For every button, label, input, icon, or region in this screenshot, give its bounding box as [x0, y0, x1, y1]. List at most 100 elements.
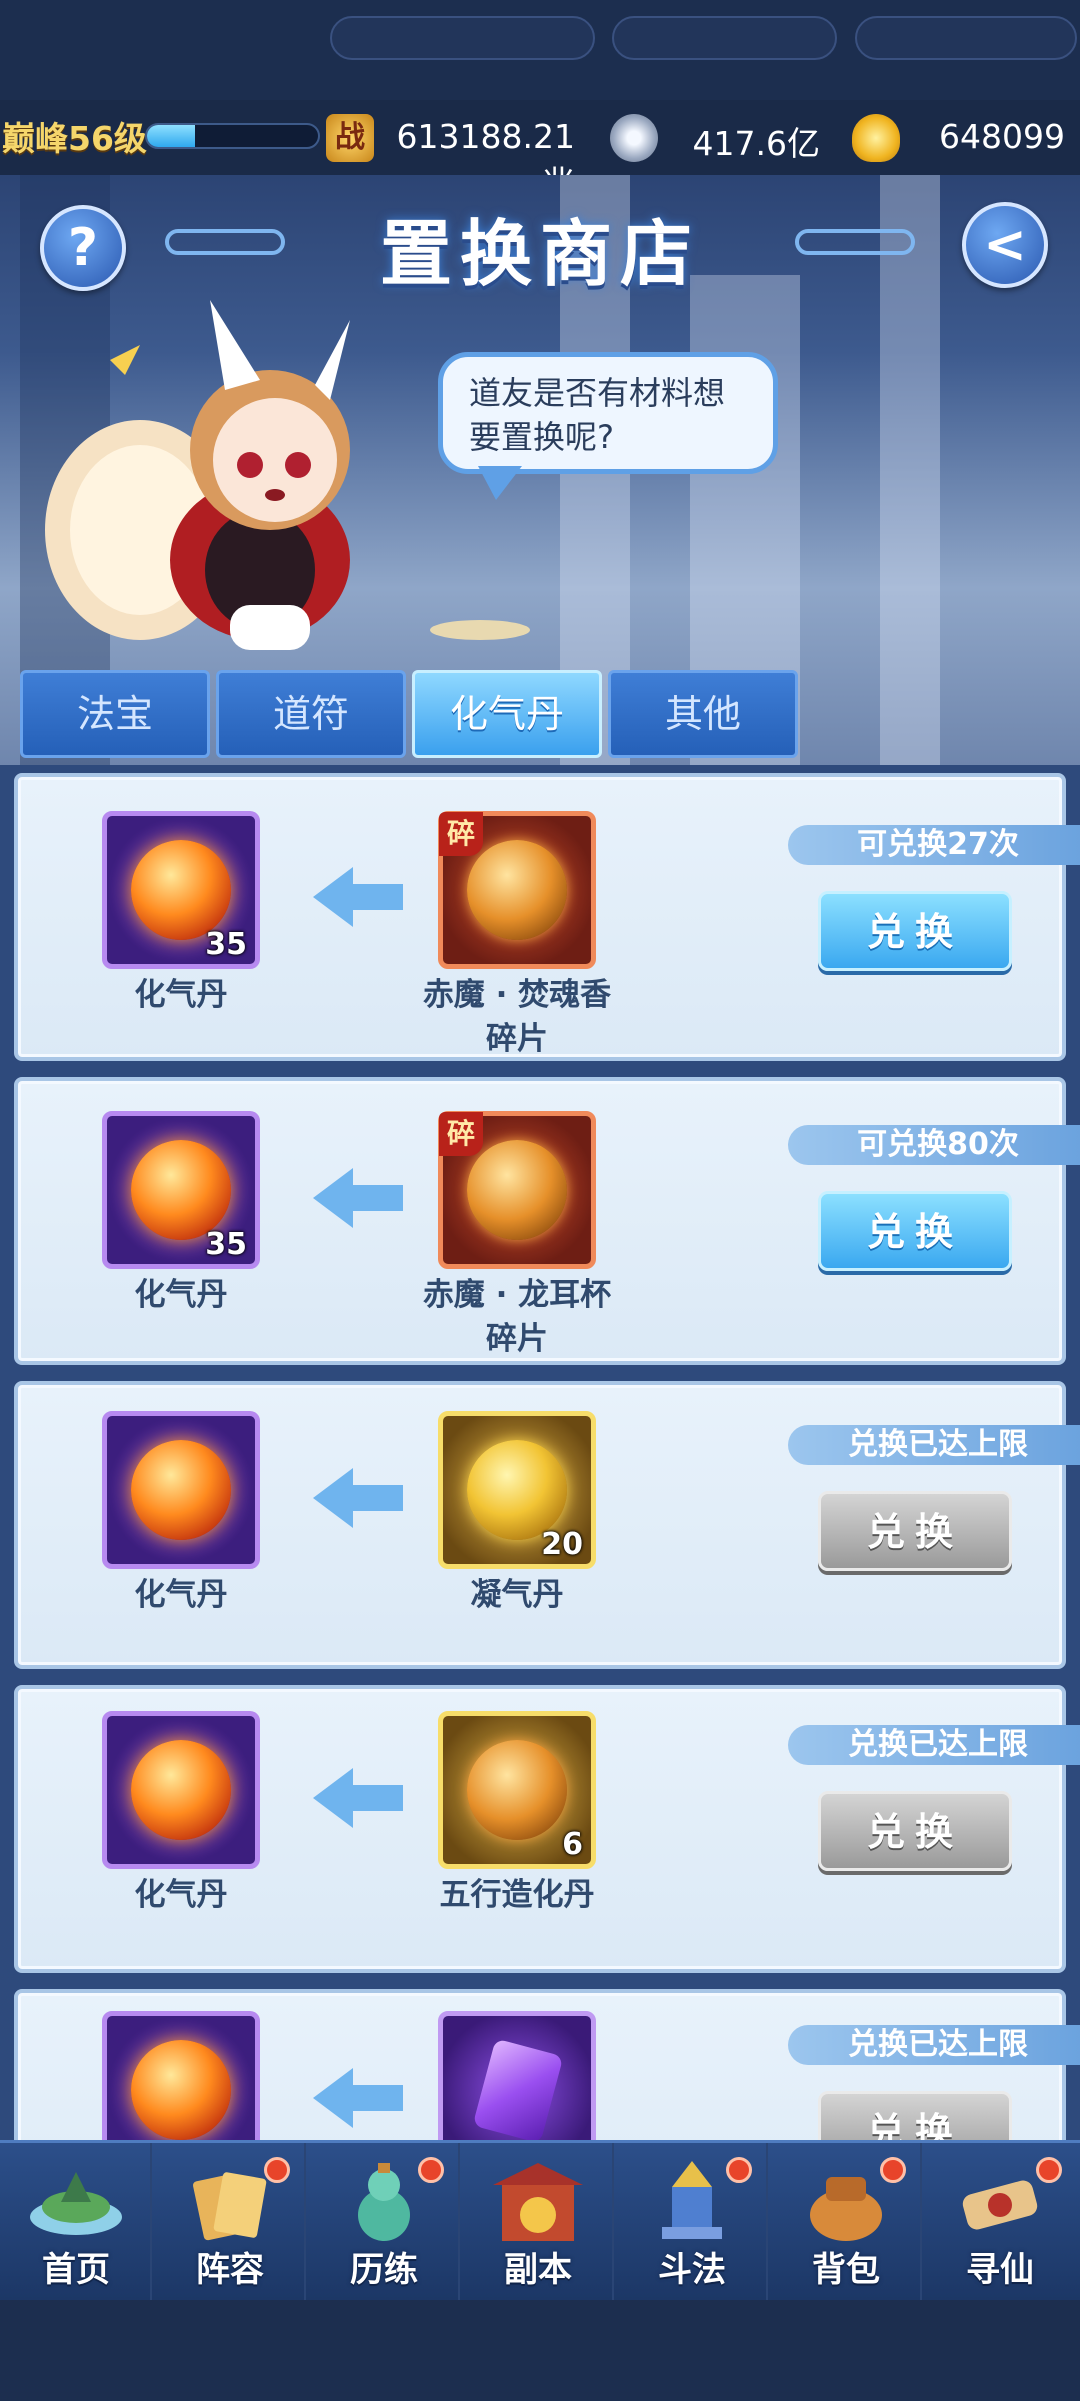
tab-label: 道符 — [272, 692, 349, 736]
exchange-card: 化气丹 6 五行造化丹 兑换已达上限 兑换 — [14, 1685, 1080, 1973]
gold-value: 648099 — [939, 117, 1065, 156]
nav-item-seek[interactable]: 寻仙 — [924, 2143, 1076, 2303]
cost-count: 20 — [541, 1527, 583, 1562]
huaqidan-orb-icon — [131, 1740, 231, 1840]
tab-label: 其他 — [664, 692, 741, 736]
cost-name-line2: 碎片 — [486, 1021, 548, 1057]
cost-item-name: 赤魔 · 龙耳杯 碎片 — [402, 1273, 632, 1361]
tab-huaqidan[interactable]: 化气丹 — [412, 670, 602, 758]
cost-item-slot[interactable]: 6 — [438, 1711, 596, 1869]
reward-count: 35 — [205, 1227, 247, 1262]
cost-name-line2: 碎片 — [486, 1321, 548, 1357]
page-title: 置换商店 — [379, 212, 700, 296]
cost-item-slot[interactable]: 碎 — [438, 811, 596, 969]
reward-item-name: 化气丹 — [134, 977, 228, 1013]
reward-item-slot[interactable]: 35 — [102, 811, 260, 969]
purple-crystal-icon — [472, 2038, 564, 2140]
cost-name-line1: 赤魔 · 龙耳杯 — [422, 1277, 612, 1313]
cost-item-name: 凝气丹 — [470, 1577, 564, 1613]
cost-item-name: 赤魔 · 焚魂香 碎片 — [402, 973, 632, 1061]
fragment-badge: 碎 — [439, 1112, 483, 1156]
reward-item-slot[interactable] — [102, 2011, 260, 2140]
reward-item-name: 化气丹 — [134, 1877, 228, 1913]
nav-item-backpack[interactable]: 背包 — [770, 2143, 922, 2303]
cost-count: 6 — [562, 1827, 583, 1862]
huaqidan-orb-icon — [131, 840, 231, 940]
exchange-card: 化气丹 20 凝气丹 兑换已达上限 兑换 — [14, 1381, 1080, 1669]
exchange-button[interactable]: 兑换 — [818, 1491, 1012, 1571]
ningqidan-orb-icon — [467, 1440, 567, 1540]
tab-label: 化气丹 — [449, 692, 564, 736]
tab-daofu[interactable]: 道符 — [216, 670, 406, 758]
level-progress-fill — [147, 125, 195, 147]
exchange-status-badge: 兑换已达上限 — [788, 1425, 1080, 1465]
dungeon-gate-icon — [493, 2163, 583, 2241]
exchange-status-badge: 可兑换80次 — [788, 1125, 1080, 1165]
exchange-button[interactable]: 兑换 — [818, 1191, 1012, 1271]
nav-item-battle[interactable]: 斗法 — [616, 2143, 768, 2303]
cost-item-name: 五行造化丹 — [439, 1877, 595, 1913]
exchange-arrow-icon — [313, 2068, 403, 2128]
reward-item-slot[interactable]: 35 — [102, 1111, 260, 1269]
nav-label: 背包 — [812, 2250, 880, 2290]
reward-item-slot[interactable] — [102, 1411, 260, 1569]
home-island-icon — [30, 2172, 122, 2235]
shop-title-banner: 置换商店 — [165, 195, 915, 296]
gold-pill — [855, 16, 1077, 60]
silver-value: 417.6亿 — [692, 124, 820, 163]
exchange-arrow-icon — [313, 1168, 403, 1228]
incense-fragment-icon — [467, 840, 567, 940]
nav-label: 寻仙 — [966, 2250, 1034, 2290]
reward-count: 35 — [205, 927, 247, 962]
reward-item-slot[interactable] — [102, 1711, 260, 1869]
bottom-navigation: 首页 阵容 历练 副本 斗法 背包 寻仙 — [0, 2140, 1080, 2303]
nav-label: 副本 — [504, 2250, 572, 2290]
fragment-badge: 碎 — [439, 812, 483, 856]
exchange-card: 35 化气丹 碎 赤魔 · 焚魂香 碎片 可兑换27次 兑换 — [14, 773, 1080, 1061]
power-pill — [330, 16, 595, 60]
speech-bubble-tail — [478, 466, 522, 500]
help-button[interactable]: ? — [40, 205, 126, 291]
notification-dot — [418, 2157, 444, 2183]
exchange-card: 兑换已达上限 兑换 — [14, 1989, 1080, 2140]
nav-item-home[interactable]: 首页 — [0, 2143, 152, 2303]
notification-dot — [264, 2157, 290, 2183]
level-progress-bar — [145, 123, 320, 149]
exchange-card: 35 化气丹 碎 赤魔 · 龙耳杯 碎片 可兑换80次 兑换 — [14, 1077, 1080, 1365]
silver-coin-icon — [610, 114, 658, 162]
candle-plate — [430, 620, 530, 640]
cost-name-line1: 赤魔 · 焚魂香 — [422, 977, 612, 1013]
notification-dot — [1036, 2157, 1062, 2183]
nav-item-training[interactable]: 历练 — [308, 2143, 460, 2303]
exchange-status-badge: 兑换已达上限 — [788, 1725, 1080, 1765]
scroll-seek-icon — [962, 2180, 1038, 2230]
level-label: 巅峰56级 — [2, 119, 147, 158]
nav-item-dungeon[interactable]: 副本 — [462, 2143, 614, 2303]
tab-fabao[interactable]: 法宝 — [20, 670, 210, 758]
nav-label: 阵容 — [196, 2250, 264, 2290]
tab-other[interactable]: 其他 — [608, 670, 798, 758]
power-icon: 战 — [326, 114, 374, 162]
cost-item-slot[interactable] — [438, 2011, 596, 2140]
nav-item-lineup[interactable]: 阵容 — [154, 2143, 306, 2303]
exchange-button[interactable]: 兑换 — [818, 891, 1012, 971]
back-button[interactable]: < — [962, 202, 1048, 288]
wuxing-pill-icon — [467, 1740, 567, 1840]
cost-item-slot[interactable]: 20 — [438, 1411, 596, 1569]
cost-item-slot[interactable]: 碎 — [438, 1111, 596, 1269]
exchange-status-badge: 兑换已达上限 — [788, 2025, 1080, 2065]
exchange-button[interactable]: 兑换 — [818, 1791, 1012, 1871]
exchange-list[interactable]: 35 化气丹 碎 赤魔 · 焚魂香 碎片 可兑换27次 兑换 35 化气丹 碎 … — [0, 765, 1080, 2140]
exchange-button[interactable]: 兑换 — [818, 2091, 1012, 2140]
speech-bubble: 道友是否有材料想要置换呢? — [438, 352, 778, 474]
huaqidan-orb-icon — [131, 1440, 231, 1540]
back-arrow-icon: < — [983, 215, 1027, 275]
notification-dot — [726, 2157, 752, 2183]
gold-ingot-icon — [852, 114, 900, 162]
nav-label: 首页 — [42, 2250, 110, 2290]
huaqidan-orb-icon — [131, 1140, 231, 1240]
reward-item-name: 化气丹 — [134, 1277, 228, 1313]
help-icon: ? — [67, 218, 99, 278]
silver-pill — [612, 16, 837, 60]
nav-label: 历练 — [350, 2250, 418, 2290]
